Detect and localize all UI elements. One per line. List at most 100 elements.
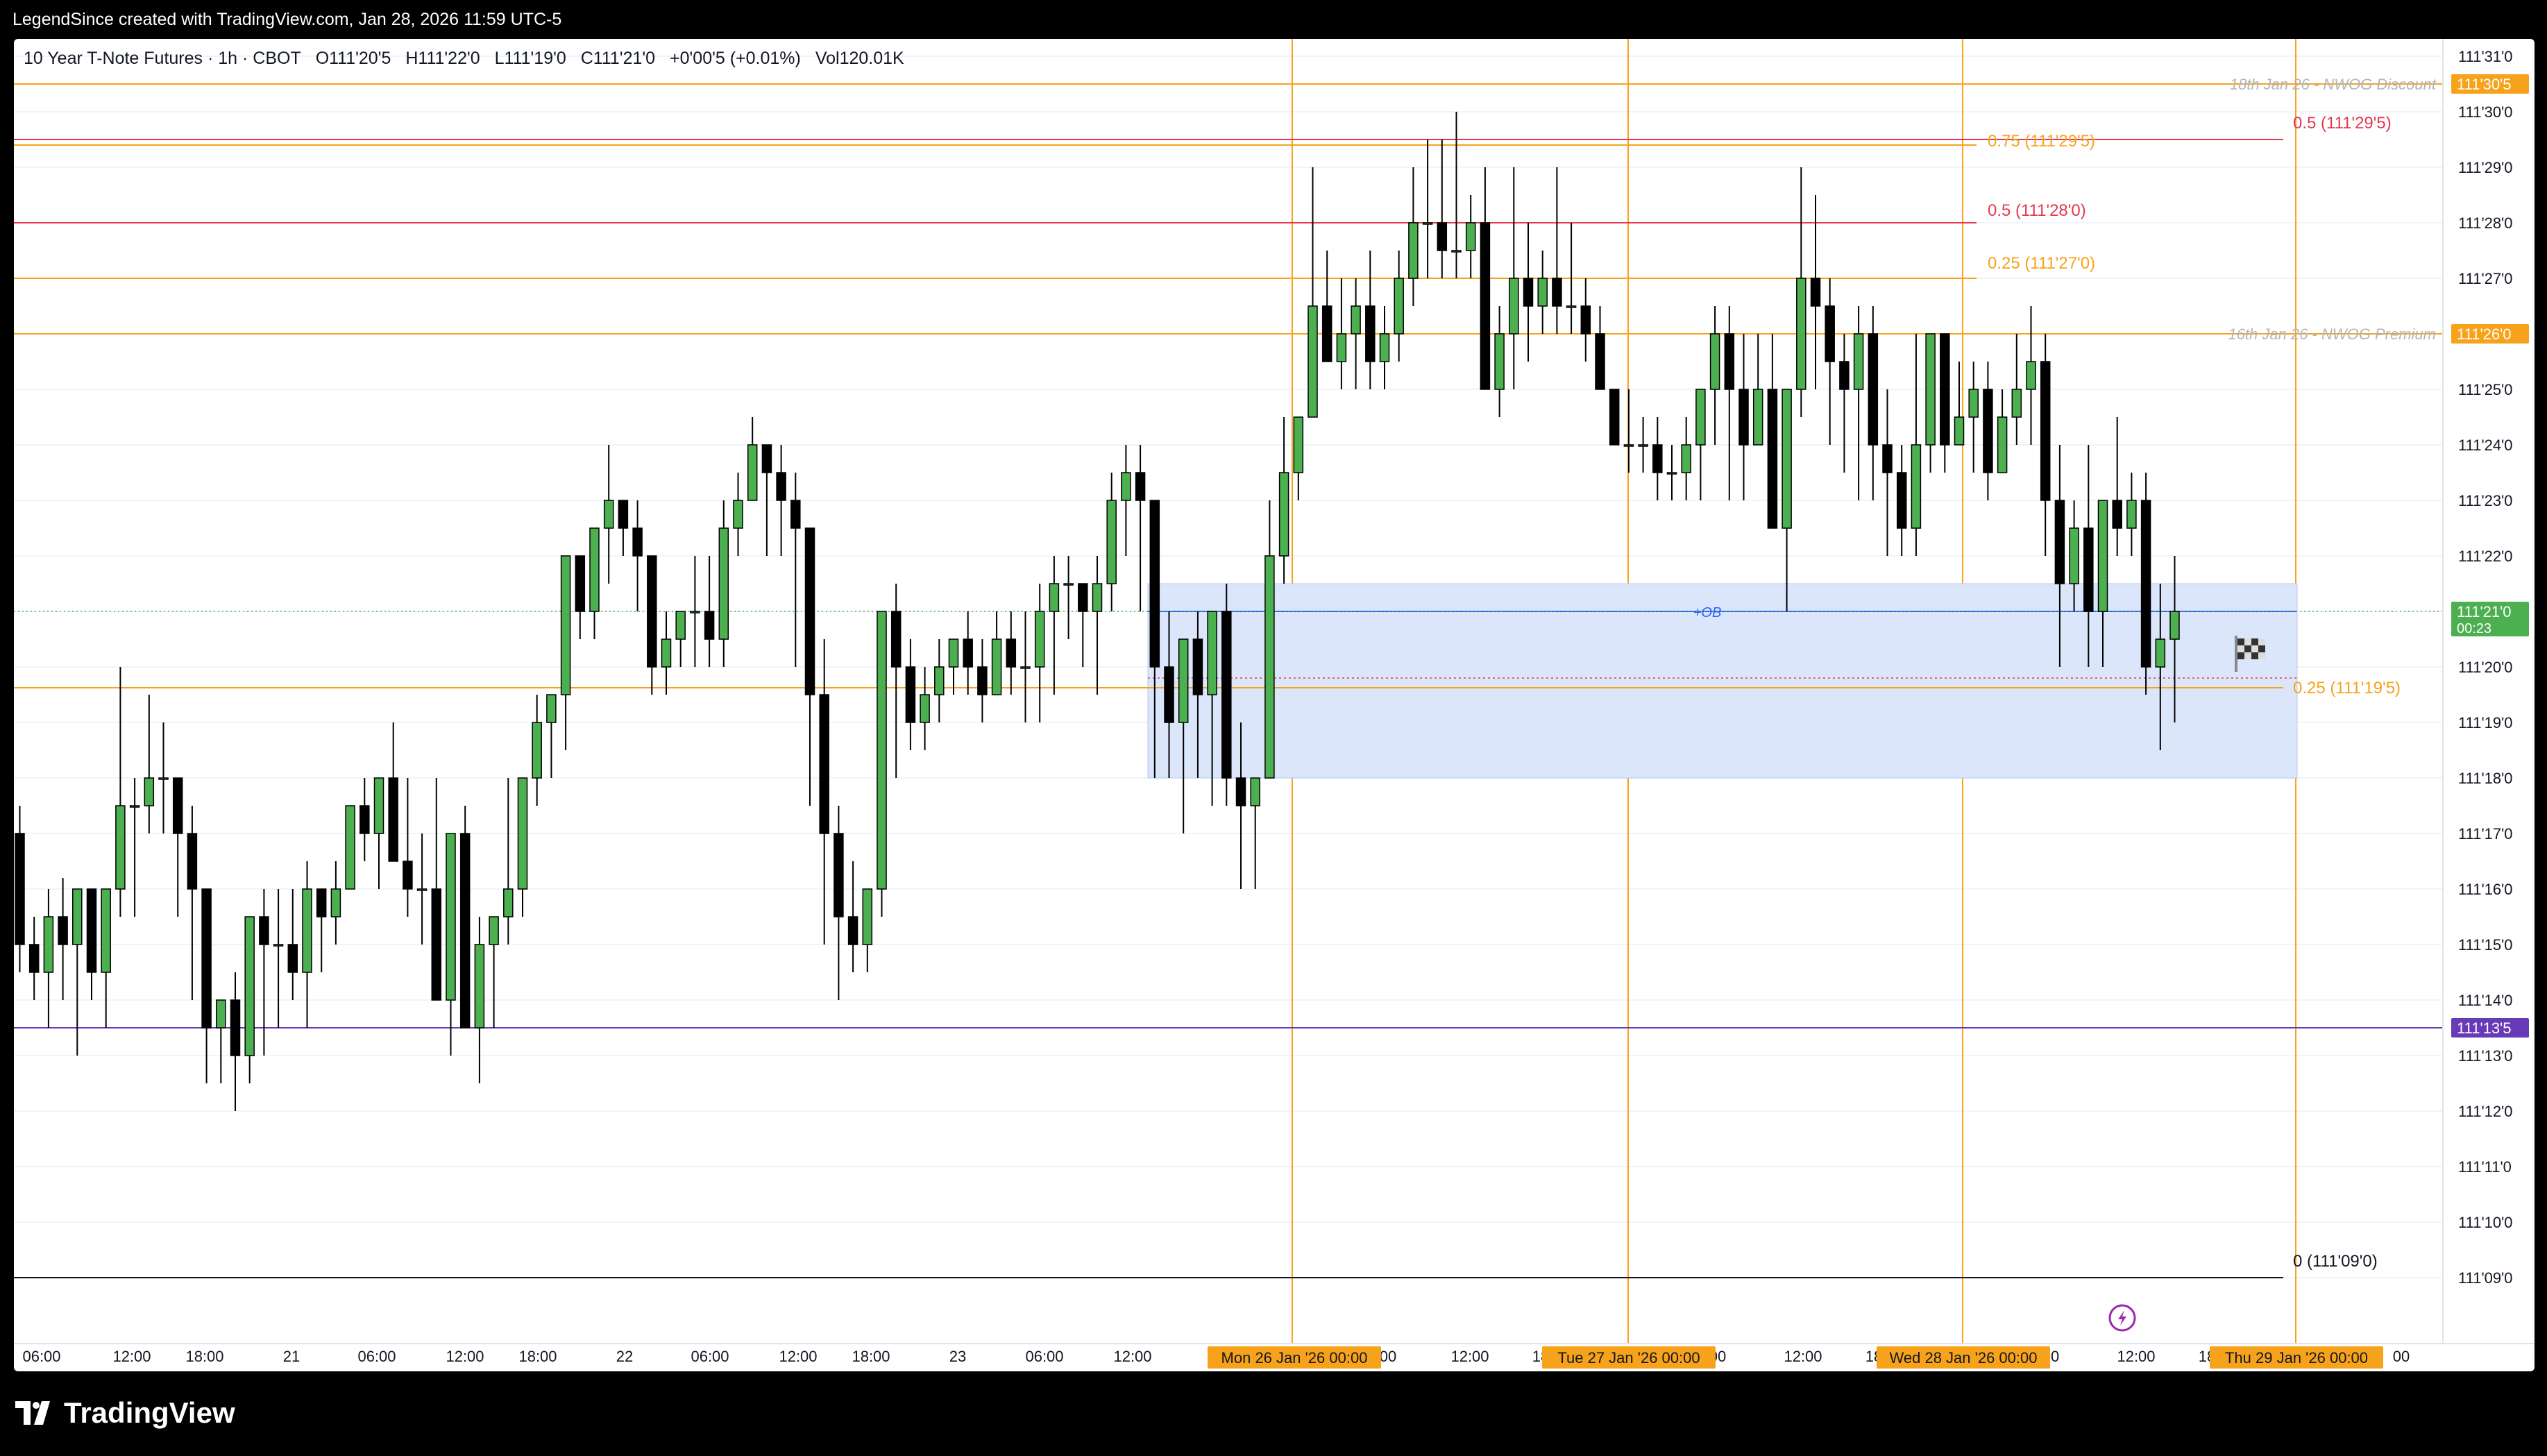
- time-tick-label: 06:00: [22, 1348, 60, 1365]
- nwog-premium-label: 16th Jan 26 - NWOG Premium: [2228, 325, 2436, 343]
- candle-body: [1868, 333, 1879, 446]
- candle: [1523, 223, 1534, 362]
- time-highlight-label: Tue 27 Jan '26 00:00: [1557, 1349, 1700, 1366]
- candle: [1997, 389, 2008, 473]
- candle: [101, 888, 111, 1028]
- candle-body: [1437, 222, 1448, 251]
- candle-body: [201, 888, 212, 1028]
- price-tick-label: 111'30'0: [2458, 103, 2513, 121]
- candle-body: [977, 666, 988, 695]
- time-tick-label: 18:00: [185, 1348, 223, 1365]
- candle-body: [503, 888, 514, 917]
- flag-square: [2258, 645, 2265, 652]
- candle: [2126, 473, 2137, 556]
- candle-body: [1092, 583, 1103, 612]
- candle: [287, 889, 298, 1000]
- candle: [1509, 167, 1519, 389]
- candle: [575, 555, 586, 639]
- price-tag-label: 111'26'0: [2457, 325, 2512, 343]
- candle: [1695, 389, 1706, 500]
- candle: [58, 878, 68, 1000]
- fib-025-b-label: 0.25 (111'19'5): [2293, 679, 2401, 697]
- attribution-text: LegendSince created with TradingView.com…: [12, 10, 562, 29]
- candle: [733, 473, 743, 556]
- candle-body: [2083, 527, 2094, 612]
- candle-body: [1983, 389, 1993, 473]
- flag-square: [2251, 652, 2258, 659]
- candle: [1752, 334, 1763, 446]
- candle-body: [776, 472, 786, 501]
- candle: [1049, 556, 1060, 695]
- candle-body: [1451, 250, 1462, 253]
- fib-0-label: 0 (111'09'0): [2293, 1252, 2378, 1271]
- candle-body: [316, 888, 327, 917]
- candle-body: [1394, 278, 1404, 335]
- candle: [1940, 333, 1950, 473]
- candle-body: [804, 527, 815, 695]
- candle: [72, 888, 83, 1056]
- candle-body: [1709, 333, 1720, 390]
- candle: [1724, 306, 1735, 500]
- candle-body: [2069, 527, 2079, 584]
- candle-body: [1106, 500, 1117, 584]
- candle-body: [1063, 583, 1074, 586]
- price-tag-label: 111'30'5: [2457, 76, 2512, 93]
- candle-body: [1164, 666, 1174, 723]
- candle: [446, 833, 456, 1056]
- candle-body: [388, 777, 398, 862]
- candle: [373, 777, 384, 889]
- candle: [790, 473, 801, 667]
- candle-body: [1006, 638, 1017, 668]
- chart-panel[interactable]: +OB 18th Jan 26 - NWOG Discount 16th Jan …: [14, 39, 2535, 1371]
- candle-body: [330, 888, 341, 917]
- symbol-name[interactable]: 10 Year T-Note Futures · 1h · CBOT: [24, 49, 301, 68]
- candle-body: [1666, 472, 1677, 475]
- price-tick-label: 111'18'0: [2458, 770, 2513, 787]
- candle: [28, 917, 40, 1000]
- candle: [115, 667, 126, 917]
- lightning-bolt: [2118, 1310, 2126, 1326]
- candle-body: [1020, 666, 1031, 669]
- candle: [618, 500, 629, 556]
- candlestick-chart[interactable]: +OB 18th Jan 26 - NWOG Discount 16th Jan …: [14, 39, 2535, 1371]
- candle: [244, 916, 255, 1083]
- tradingview-logo[interactable]: TradingView: [15, 1396, 235, 1430]
- candle: [877, 611, 887, 917]
- candle: [1968, 362, 1979, 473]
- candle-body: [761, 444, 772, 473]
- flag-square: [2258, 652, 2265, 659]
- candle: [2112, 417, 2122, 556]
- time-tick-label: 18:00: [852, 1348, 890, 1365]
- candle-body: [675, 611, 686, 640]
- candle-body: [1336, 333, 1347, 362]
- candle-body: [834, 833, 844, 917]
- price-tick-label: 111'20'0: [2458, 659, 2513, 676]
- candle: [1580, 278, 1591, 362]
- candle-body: [1940, 333, 1950, 446]
- price-tick-label: 111'25'0: [2458, 381, 2513, 398]
- flag-square: [2237, 645, 2244, 652]
- time-tick-label: 23: [949, 1348, 966, 1365]
- candle: [1638, 417, 1648, 473]
- candle-body: [1207, 611, 1217, 695]
- time-tick-label: 12:00: [2117, 1348, 2155, 1365]
- candle: [589, 527, 600, 639]
- candle-body: [690, 611, 700, 613]
- candle-body: [1049, 583, 1060, 612]
- price-tick-label: 111'16'0: [2458, 881, 2513, 898]
- candle: [1308, 167, 1318, 418]
- candle-body: [28, 944, 40, 973]
- candle-body: [632, 527, 643, 557]
- candle-body: [790, 500, 801, 529]
- candle-body: [963, 638, 973, 668]
- candle: [2140, 473, 2151, 695]
- tradingview-logo-icon: [15, 1401, 50, 1425]
- candle: [1321, 251, 1332, 362]
- candle-body: [2112, 500, 2122, 529]
- time-tick-label: 18:00: [518, 1348, 557, 1365]
- candle-body: [1724, 333, 1735, 390]
- candle-body: [661, 638, 672, 668]
- candle-body: [1609, 389, 1620, 446]
- candle: [259, 889, 269, 1056]
- candle-body: [1351, 305, 1361, 335]
